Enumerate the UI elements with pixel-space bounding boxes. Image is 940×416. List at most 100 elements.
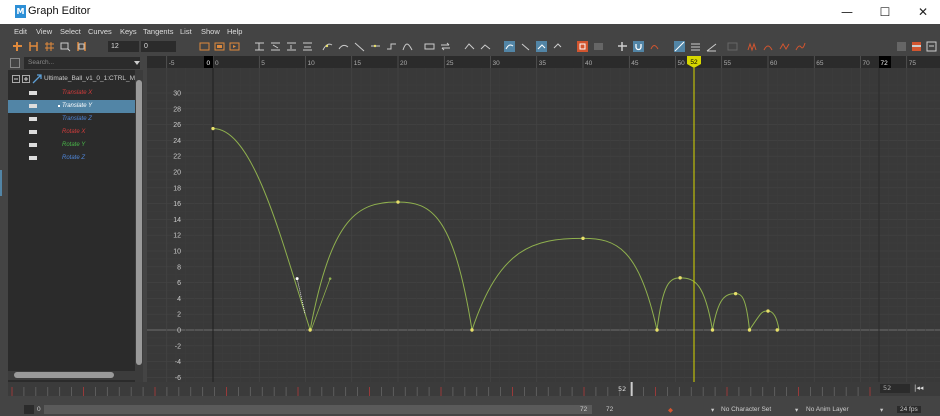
toolbar: 12 0 [0,39,940,56]
swap-buffer-icon[interactable] [440,41,451,52]
show-infinity-icon[interactable] [577,41,588,52]
normalized-view-icon[interactable] [706,41,717,52]
ruler-label: 30 [493,60,501,67]
frame-playback-icon[interactable] [229,41,240,52]
maximize-button[interactable]: ☐ [866,0,904,24]
menu-view[interactable]: View [36,27,52,36]
auto-load-icon[interactable] [593,41,604,52]
flat-tangent-icon[interactable] [370,41,381,52]
graph-canvas[interactable]: -5 0 5 10 15 20 25 30 35 40 45 50 55 60 65 70 750 7230282… [147,56,940,382]
euler-filter-icon[interactable] [747,41,758,52]
region-tool-icon[interactable] [60,41,71,52]
menu-keys[interactable]: Keys [120,27,137,36]
fps-field[interactable]: 24 fps [897,406,921,413]
trax-editor-icon[interactable] [911,41,922,52]
attribute-rotate-y[interactable]: Rotate Y [8,139,135,152]
close-button[interactable]: ✕ [904,0,940,24]
step-back-key-icon[interactable]: |◂◂ [914,384,923,392]
break-tangents-icon[interactable] [464,41,475,52]
fps-dropdown-icon[interactable]: ▾ [880,406,883,414]
post-infinity-icon[interactable] [552,41,563,52]
simplify-curve-icon[interactable] [779,41,790,52]
menu-show[interactable]: Show [201,27,220,36]
lattice-icon[interactable] [44,41,55,52]
current-frame-field[interactable]: 52 [880,384,910,393]
key-icon [29,130,37,134]
menu-list[interactable]: List [180,27,192,36]
start-frame[interactable]: 0 [37,406,41,413]
minimize-button[interactable]: — [828,0,866,24]
step-tangent-icon[interactable] [386,41,397,52]
menu-help[interactable]: Help [227,27,242,36]
frame-field[interactable]: 12 [108,41,139,52]
curve-view-icon[interactable] [674,41,685,52]
insert-key-icon[interactable] [28,41,39,52]
denormalize-icon[interactable] [270,41,281,52]
value-label: 16 [173,201,181,208]
normalize-icon[interactable] [254,41,265,52]
collapse-icon[interactable] [12,75,20,83]
absolute-view-icon[interactable] [302,41,313,52]
menu-select[interactable]: Select [60,27,81,36]
outliner-node[interactable]: Ultimate_Ball_v1_0_1:CTRL_M [8,73,135,85]
move-key-icon[interactable] [12,41,23,52]
menu-edit[interactable]: Edit [14,27,27,36]
filter-icon[interactable] [10,58,20,68]
outliner-horizontal-scrollbar[interactable] [8,371,135,380]
start-handle[interactable] [24,405,34,414]
isolate-curve-icon[interactable] [649,41,660,52]
dope-sheet-icon[interactable] [896,41,907,52]
buffer-curve-icon[interactable] [424,41,435,52]
anim-layer-dropdown-icon[interactable]: ▾ [795,406,798,414]
smooth-curve-icon[interactable] [795,41,806,52]
keyframe-point [678,276,682,280]
value-field[interactable]: 0 [141,41,176,52]
ruler-label: 35 [539,60,547,67]
auto-tangent-icon[interactable] [322,41,333,52]
character-set[interactable]: No Character Set [721,406,771,413]
time-slider[interactable]: 52 52 |◂◂ [8,382,940,396]
menu-curves[interactable]: Curves [88,27,112,36]
time-editor-icon[interactable] [926,41,937,52]
spline-tangent-icon[interactable] [338,41,349,52]
search-input[interactable]: Search... [24,57,140,69]
scrollbar-thumb[interactable] [136,80,142,365]
frame-all-icon[interactable] [199,41,210,52]
end-frame-b[interactable]: 72 [606,406,613,413]
expand-icon[interactable] [22,75,30,83]
free-tangent-weight-icon[interactable] [504,41,515,52]
graph-view[interactable]: -5 0 5 10 15 20 25 30 35 40 45 50 55 60 65 70 75 0 72 30 28 2… [147,56,940,382]
attribute-translate-x[interactable]: Translate X [8,87,135,100]
resample-icon[interactable] [727,41,738,52]
auto-key-icon[interactable]: ◆ [668,406,673,414]
anim-layer[interactable]: No Anim Layer [806,406,849,413]
stack-curves-icon[interactable] [286,41,297,52]
chevron-down-icon[interactable] [134,61,140,65]
start-marker-label: 0 [207,60,211,67]
range-slider[interactable] [44,405,592,414]
unify-tangents-icon[interactable] [480,41,491,52]
attribute-rotate-x[interactable]: Rotate X [8,126,135,139]
menu-tangents[interactable]: Tangents [143,27,173,36]
lock-tangent-weight-icon[interactable] [520,41,531,52]
character-set-dropdown-icon[interactable]: ▾ [711,406,714,414]
end-frame-a[interactable]: 72 [580,406,587,413]
scrollbar-thumb[interactable] [14,372,114,378]
stacked-view-icon[interactable] [690,41,701,52]
attribute-translate-z[interactable]: Translate Z [8,113,135,126]
linear-tangent-icon[interactable] [354,41,365,52]
plateau-tangent-icon[interactable] [402,41,413,52]
magnet-icon[interactable] [633,41,644,52]
attribute-translate-y[interactable]: Translate Y [8,100,135,113]
attribute-label: Rotate Y [62,142,86,148]
frame-selection-icon[interactable] [214,41,225,52]
bake-channel-icon[interactable] [763,41,774,52]
snap-icon[interactable] [617,41,628,52]
value-label: 24 [173,138,181,145]
attribute-rotate-z[interactable]: Rotate Z [8,152,135,165]
time-slider-ticks [8,382,940,396]
pre-infinity-icon[interactable] [536,41,547,52]
outliner-vertical-scrollbar[interactable] [135,70,143,382]
retime-tool-icon[interactable] [76,41,87,52]
maya-app-icon: M [15,5,26,18]
